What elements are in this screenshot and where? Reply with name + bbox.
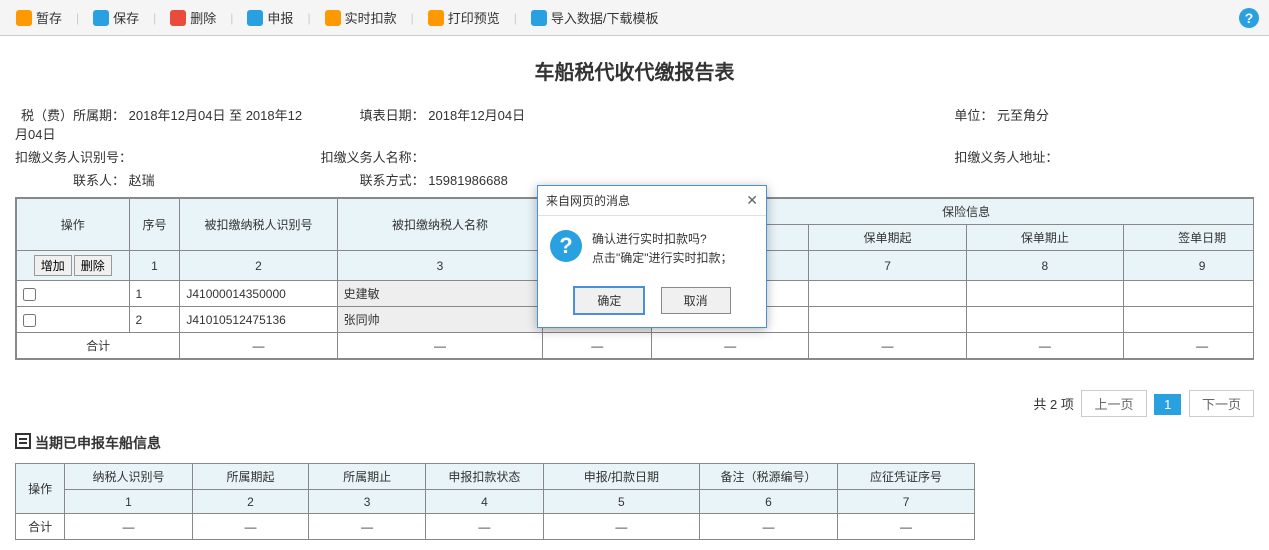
contactway-label: 联系方式： (315, 170, 425, 189)
print-icon (428, 10, 444, 26)
declared-table: 操作 纳税人识别号 所属期起 所属期止 申报扣款状态 申报/扣款日期 备注（税源… (15, 463, 975, 540)
delete-icon (170, 10, 186, 26)
import-icon (531, 10, 547, 26)
col-signdate: 签单日期 (1123, 225, 1254, 251)
col2-voucher: 应征凭证序号 (838, 464, 975, 490)
cell-taxid[interactable]: J41010512475136 (180, 307, 337, 333)
col2-pend: 所属期止 (309, 464, 426, 490)
withhold-name-label: 扣缴义务人名称： (315, 147, 425, 166)
period-label: 税（费）所属期： (15, 105, 125, 124)
cell-seq[interactable]: 1 (129, 281, 180, 307)
section2-title: 当期已申报车船信息 (15, 433, 1254, 453)
colnum-9: 9 (1123, 251, 1254, 281)
contactway-value: 15981986688 (428, 173, 508, 188)
dialog-close-button[interactable]: ✕ (746, 192, 758, 209)
withhold-id-label: 扣缴义务人识别号： (15, 147, 132, 166)
col2-remark: 备注（税源编号） (699, 464, 837, 490)
declare-icon (247, 10, 263, 26)
unit-label: 单位： (954, 108, 993, 123)
col2-pstart: 所属期起 (192, 464, 309, 490)
declare-button[interactable]: 申报 (241, 6, 299, 29)
realtime-icon (325, 10, 341, 26)
col2-date: 申报/扣款日期 (543, 464, 699, 490)
dialog-line1: 确认进行实时扣款吗? (592, 230, 733, 249)
dialog-line2: 点击"确定"进行实时扣款； (592, 249, 733, 268)
colnum-1: 1 (129, 251, 180, 281)
dialog-ok-button[interactable]: 确定 (573, 286, 645, 315)
cell-taxid[interactable]: J41000014350000 (180, 281, 337, 307)
page-title: 车船税代收代缴报告表 (15, 56, 1254, 85)
col-policyend: 保单期止 (966, 225, 1123, 251)
next-page-button[interactable]: 下一页 (1189, 390, 1254, 417)
col-taxid: 被扣缴纳税人识别号 (180, 199, 337, 251)
print-preview-button[interactable]: 打印预览 (422, 6, 506, 29)
cell-signdate[interactable] (1123, 307, 1254, 333)
op-buttons-cell: 增加删除 (17, 251, 130, 281)
cell-seq[interactable]: 2 (129, 307, 180, 333)
cell-taxname[interactable]: 张同帅 (337, 307, 543, 333)
temp-save-button[interactable]: 暂存 (10, 6, 68, 29)
toolbar: 暂存 | 保存 | 删除 | 申报 | 实时扣款 | 打印预览 | 导入数据/下… (0, 0, 1269, 36)
dialog-cancel-button[interactable]: 取消 (661, 287, 731, 314)
cell-taxname[interactable]: 史建敏 (337, 281, 543, 307)
col-op: 操作 (17, 199, 130, 251)
help-icon[interactable]: ? (1239, 8, 1259, 28)
cell-policystart[interactable] (809, 281, 966, 307)
total-label: 合计 (17, 333, 180, 359)
confirm-dialog: 来自网页的消息 ✕ ? 确认进行实时扣款吗? 点击"确定"进行实时扣款； 确定 … (537, 185, 767, 328)
row-checkbox[interactable] (23, 288, 36, 301)
unit-value: 元至角分 (997, 108, 1049, 123)
total2-label: 合计 (16, 514, 65, 540)
contact-value: 赵瑞 (129, 173, 155, 188)
col-taxname: 被扣缴纳税人名称 (337, 199, 543, 251)
import-data-button[interactable]: 导入数据/下载模板 (525, 6, 665, 29)
cell-policyend[interactable] (966, 281, 1123, 307)
filldate-label: 填表日期： (315, 105, 425, 124)
col-policystart: 保单期起 (809, 225, 966, 251)
realtime-deduct-button[interactable]: 实时扣款 (319, 6, 403, 29)
col2-op: 操作 (16, 464, 65, 514)
contact-label: 联系人： (15, 170, 125, 189)
total-row-2: 合计 — — — — — — — (16, 514, 975, 540)
add-row-button[interactable]: 增加 (34, 255, 72, 276)
colnum-7: 7 (809, 251, 966, 281)
cell-signdate[interactable] (1123, 281, 1254, 307)
cell-policyend[interactable] (966, 307, 1123, 333)
prev-page-button[interactable]: 上一页 (1081, 390, 1146, 417)
save-button[interactable]: 保存 (87, 6, 145, 29)
del-row-button[interactable]: 删除 (74, 255, 112, 276)
question-icon: ? (550, 230, 582, 262)
pager: 共 2 项 上一页 1 下一页 (15, 390, 1254, 417)
pager-total: 共 2 项 (1033, 397, 1073, 412)
horizontal-scrollbar[interactable] (15, 362, 1254, 378)
dialog-title: 来自网页的消息 (546, 192, 630, 209)
temp-save-icon (16, 10, 32, 26)
col2-status: 申报扣款状态 (425, 464, 543, 490)
row-checkbox[interactable] (23, 314, 36, 327)
withhold-addr-label: 扣缴义务人地址： (954, 150, 1058, 165)
colnum-3: 3 (337, 251, 543, 281)
col-seq: 序号 (129, 199, 180, 251)
cell-policystart[interactable] (809, 307, 966, 333)
filldate-value: 2018年12月04日 (428, 108, 525, 123)
page-number[interactable]: 1 (1154, 394, 1181, 415)
colnum-8: 8 (966, 251, 1123, 281)
total-row: 合计 — — — — — — — — (17, 333, 1255, 359)
delete-button[interactable]: 删除 (164, 6, 222, 29)
save-icon (93, 10, 109, 26)
col2-taxid: 纳税人识别号 (65, 464, 192, 490)
colnum-2: 2 (180, 251, 337, 281)
